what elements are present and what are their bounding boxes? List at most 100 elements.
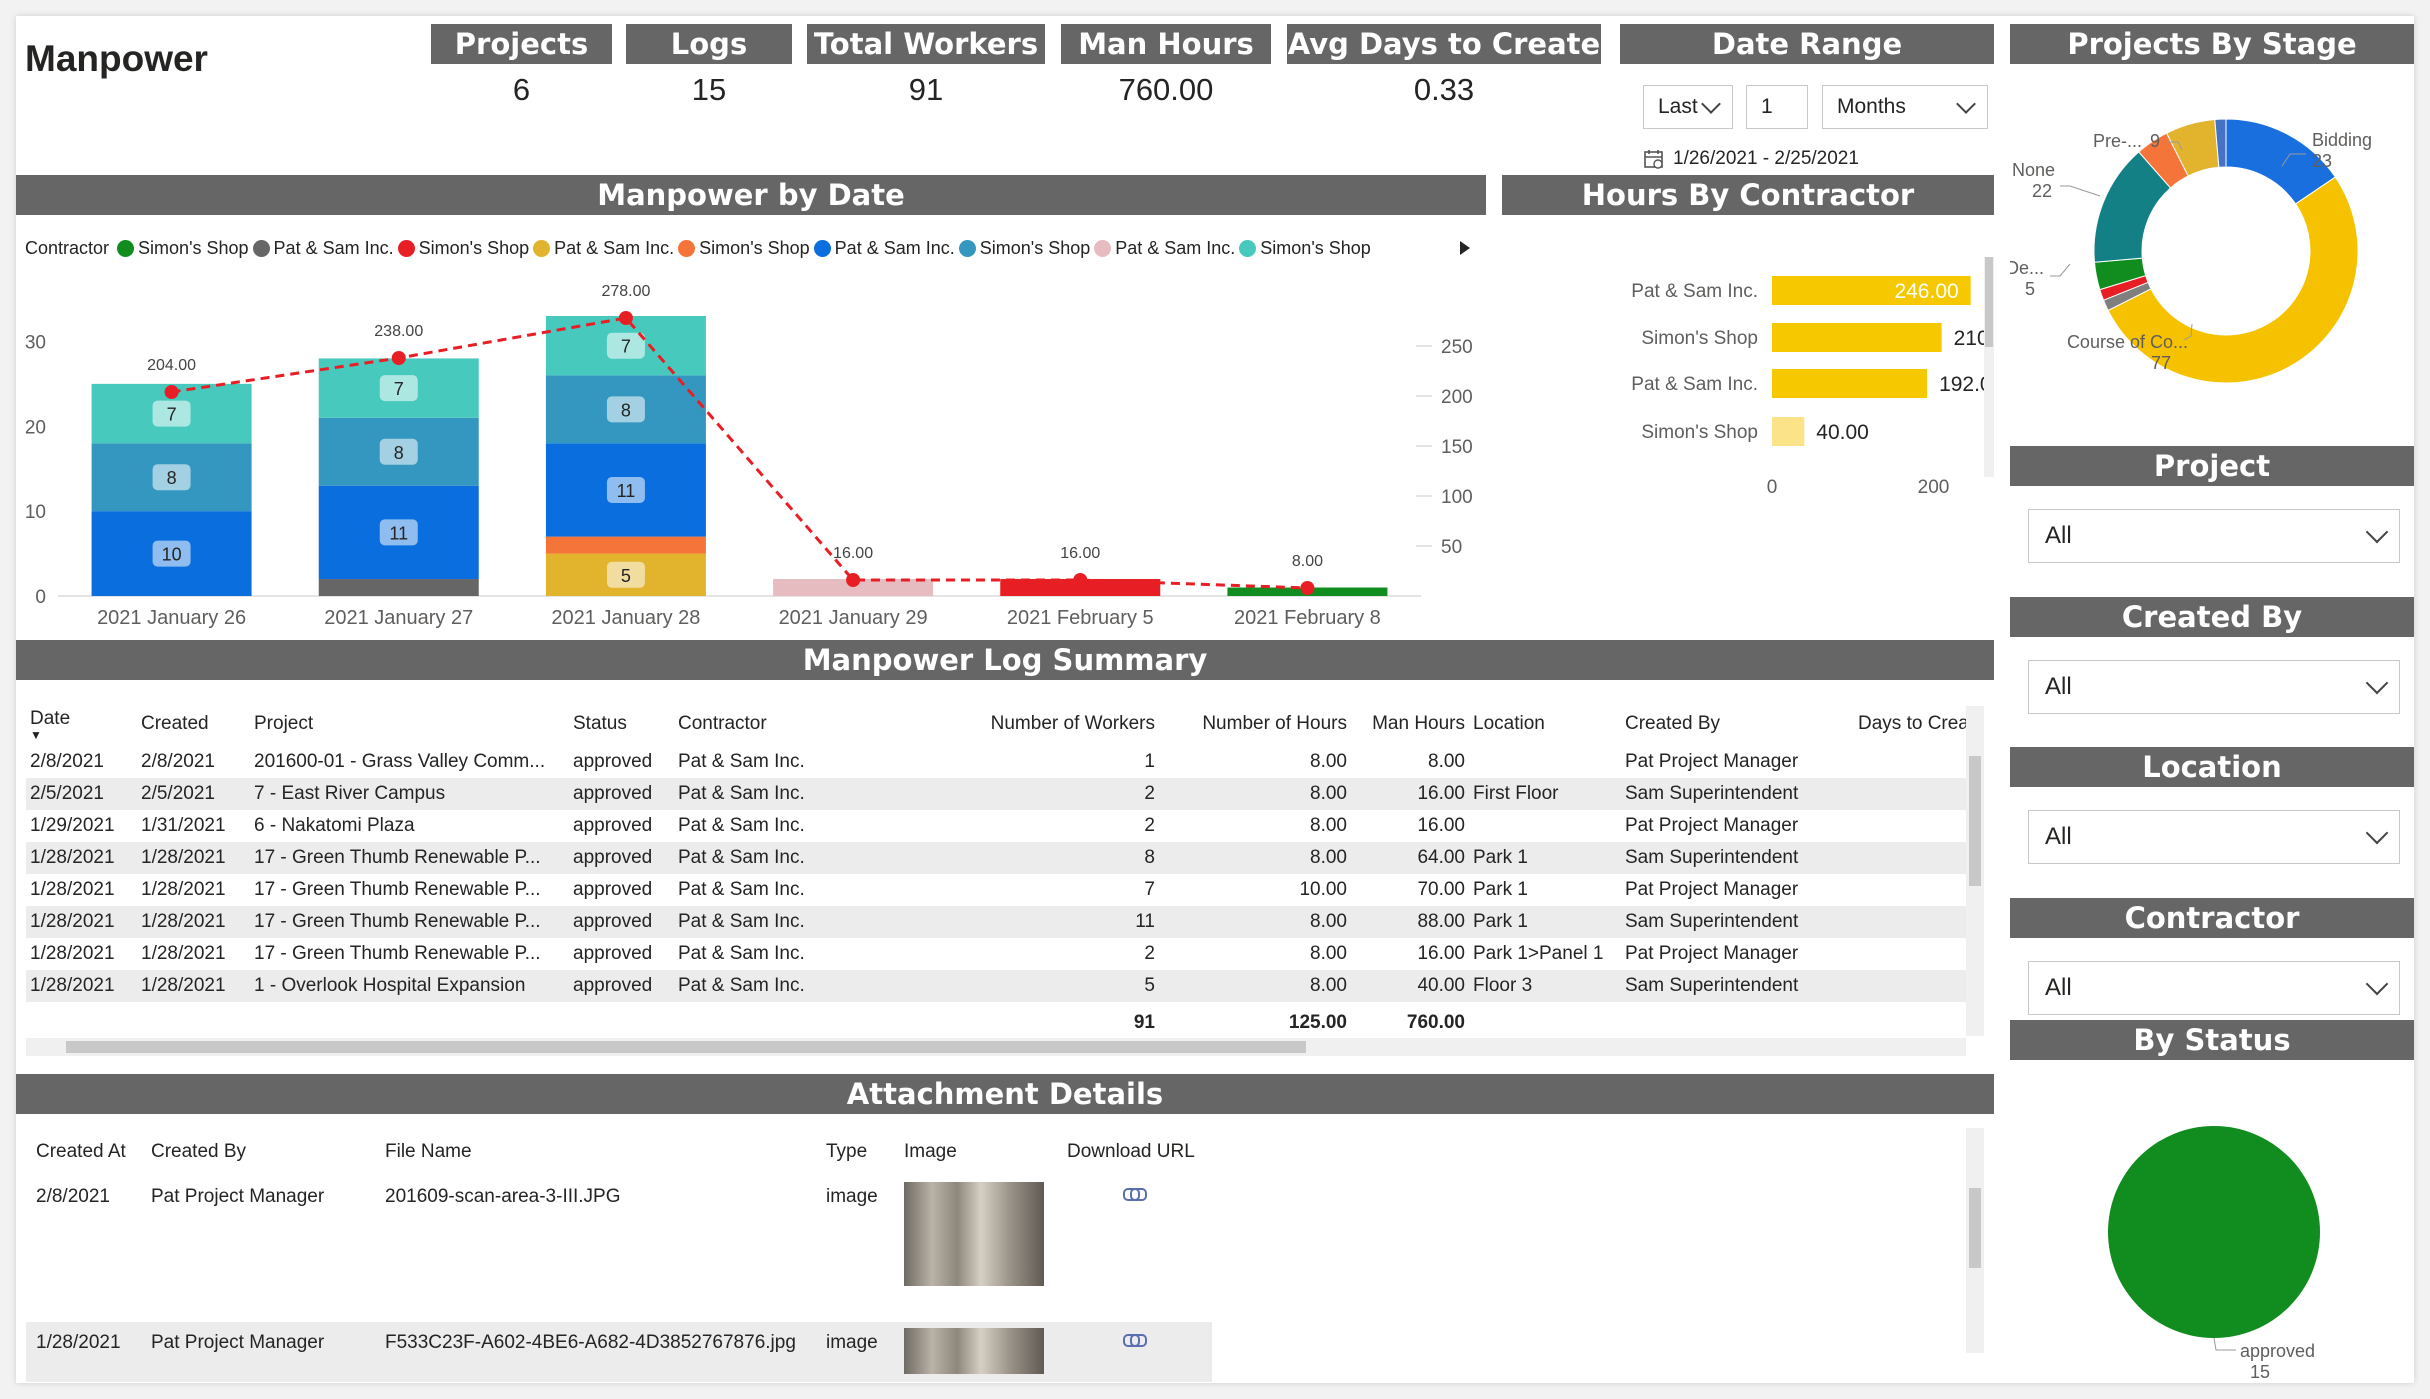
hours-by-contractor-chart[interactable]: Pat & Sam Inc.246.00Simon's Shop210.00Pa…: [1502, 221, 1994, 511]
column-header[interactable]: Created At: [26, 1128, 141, 1176]
stacked-bar-segment[interactable]: [318, 579, 479, 596]
attachment-details-header: Attachment Details: [16, 1074, 1994, 1114]
attachment-table[interactable]: Created At Created By File Name Type Image Do…: [26, 1128, 1212, 1382]
table-cell: approved: [573, 783, 653, 804]
filter-dropdown-project[interactable]: All: [2028, 509, 2400, 563]
table-row[interactable]: 1/28/2021 1/28/2021 1 - Overlook Hospital …: [26, 970, 1976, 1002]
date-range-count-input[interactable]: 1: [1746, 85, 1808, 129]
legend-swatch: [958, 240, 976, 257]
column-header[interactable]: Location: [1469, 702, 1621, 746]
date-range-unit-dropdown[interactable]: Months: [1822, 85, 1988, 129]
column-header[interactable]: Contractor: [674, 702, 967, 746]
man-hours-point[interactable]: [1300, 581, 1315, 595]
y-tick-label: 30: [25, 332, 46, 353]
column-header[interactable]: Created By: [141, 1128, 375, 1176]
attachment-vertical-scrollbar[interactable]: [1966, 1128, 1984, 1353]
legend-label: Simon's Shop: [699, 238, 810, 258]
manpower-by-date-chart[interactable]: 0 10 20 30 50 100 150 200 250 10 8 7 2021 January 26…: [16, 266, 1486, 646]
slice-label-pre: Pre-...: [2093, 131, 2142, 151]
stacked-bar-segment[interactable]: [545, 536, 706, 554]
legend-next-arrow-icon[interactable]: [1458, 239, 1472, 257]
date-range-display[interactable]: 1/26/2021 - 2/25/2021: [1643, 148, 1859, 170]
man-hours-point[interactable]: [846, 573, 861, 587]
attachment-row[interactable]: 2/8/2021 Pat Project Manager 201609-scan-a…: [26, 1176, 1212, 1322]
column-header[interactable]: Status: [569, 702, 674, 746]
table-cell: 70.00: [1417, 879, 1465, 900]
sort-desc-icon[interactable]: ▼: [30, 729, 133, 741]
column-header-label: Date: [30, 708, 71, 729]
table-cell: [1854, 746, 1976, 778]
table-cell: 8.00: [1310, 847, 1347, 868]
segment-label: 10: [162, 545, 182, 565]
download-link-icon[interactable]: [1123, 1188, 1147, 1201]
column-header[interactable]: Days to Crea: [1854, 702, 1976, 746]
leader-line: [2060, 185, 2101, 197]
table-row[interactable]: 1/28/2021 1/28/2021 17 - Green Thumb Renew…: [26, 842, 1976, 874]
scrollbar-thumb[interactable]: [1969, 756, 1981, 886]
segment-label: 7: [621, 337, 631, 357]
table-cell: 1/28/2021: [30, 847, 115, 868]
legend-item[interactable]: Simon's Shop: [1239, 238, 1371, 259]
scrollbar-thumb[interactable]: [66, 1041, 1306, 1053]
column-header[interactable]: Project: [250, 702, 569, 746]
scrollbar-thumb[interactable]: [1969, 1188, 1981, 1268]
table-row[interactable]: 2/5/2021 2/5/2021 7 - East River Campus app…: [26, 778, 1976, 810]
column-header[interactable]: File Name: [375, 1128, 816, 1176]
table-cell: Pat & Sam Inc.: [678, 815, 805, 836]
column-header[interactable]: Number of Workers: [967, 702, 1159, 746]
contractor-hours-bar[interactable]: [1772, 417, 1805, 446]
column-header[interactable]: Type: [816, 1128, 894, 1176]
legend-item[interactable]: Simon's Shop: [397, 238, 529, 259]
date-range-mode-dropdown[interactable]: Last: [1643, 85, 1733, 129]
filter-dropdown-location[interactable]: All: [2028, 810, 2400, 864]
column-header[interactable]: Number of Hours: [1159, 702, 1351, 746]
status-slice-approved[interactable]: [2108, 1126, 2320, 1338]
by-status-chart[interactable]: approved15: [2010, 1064, 2414, 1383]
column-header[interactable]: Image: [894, 1128, 1057, 1176]
legend-item[interactable]: Simon's Shop: [678, 238, 810, 259]
legend-label: Pat & Sam Inc.: [273, 238, 394, 258]
column-header[interactable]: Man Hours: [1351, 702, 1469, 746]
contractor-hours-bar[interactable]: [1772, 369, 1928, 398]
table-cell: Pat & Sam Inc.: [678, 911, 805, 932]
attachment-image-cell: [894, 1322, 1057, 1382]
filter-header-contractor: Contractor: [2010, 898, 2414, 938]
manpower-by-date-header: Manpower by Date: [16, 175, 1486, 215]
legend-item[interactable]: Pat & Sam Inc.: [252, 238, 394, 259]
table-row[interactable]: 2/8/2021 2/8/2021 201600-01 - Grass Valley…: [26, 746, 1976, 778]
contractor-hours-bar[interactable]: [1772, 323, 1942, 352]
filter-dropdown-contractor[interactable]: All: [2028, 961, 2400, 1015]
bar-value-label: 246.00: [1894, 280, 1958, 303]
column-header[interactable]: Created: [137, 702, 250, 746]
man-hours-point[interactable]: [164, 385, 179, 399]
download-link-icon[interactable]: [1123, 1334, 1147, 1347]
column-header[interactable]: Created By: [1621, 702, 1854, 746]
man-hours-point[interactable]: [391, 351, 406, 365]
table-row[interactable]: 1/28/2021 1/28/2021 17 - Green Thumb Renew…: [26, 906, 1976, 938]
table-cell: 5: [1144, 975, 1155, 996]
log-summary-table[interactable]: Date ▼ Created Project Status Contractor Numbe…: [26, 702, 1976, 1044]
filter-dropdown-created-by[interactable]: All: [2028, 660, 2400, 714]
table-row[interactable]: 1/29/2021 1/31/2021 6 - Nakatomi Plaza appr…: [26, 810, 1976, 842]
legend-item[interactable]: Pat & Sam Inc.: [533, 238, 674, 259]
table-row[interactable]: 1/28/2021 1/28/2021 17 - Green Thumb Renew…: [26, 938, 1976, 970]
x-tick-label: 2021 February 8: [1234, 607, 1381, 629]
y2-tick-label: 150: [1441, 437, 1473, 458]
attachment-thumbnail[interactable]: [904, 1182, 1044, 1286]
log-summary-header: Manpower Log Summary: [16, 640, 1994, 680]
projects-by-stage-chart[interactable]: Bidding23 Course of Co...77 De...5 None22 Pr…: [2010, 68, 2414, 448]
legend-item[interactable]: Simon's Shop: [117, 238, 249, 259]
log-table-vertical-scrollbar[interactable]: [1966, 706, 1984, 1036]
legend-item[interactable]: Simon's Shop: [958, 238, 1090, 259]
column-header[interactable]: Date ▼: [26, 702, 137, 746]
attachment-row[interactable]: 1/28/2021 Pat Project Manager F533C23F-A60…: [26, 1322, 1212, 1382]
legend-item[interactable]: Pat & Sam Inc.: [813, 238, 955, 259]
table-row[interactable]: 1/28/2021 1/28/2021 17 - Green Thumb Renew…: [26, 874, 1976, 906]
column-header[interactable]: Download URL: [1057, 1128, 1212, 1176]
man-hours-point[interactable]: [1073, 573, 1088, 587]
log-table-horizontal-scrollbar[interactable]: [26, 1038, 1966, 1056]
scrollbar-thumb[interactable]: [1985, 257, 1993, 347]
man-hours-point[interactable]: [618, 311, 633, 325]
legend-item[interactable]: Pat & Sam Inc.: [1094, 238, 1235, 259]
attachment-thumbnail[interactable]: [904, 1328, 1044, 1374]
